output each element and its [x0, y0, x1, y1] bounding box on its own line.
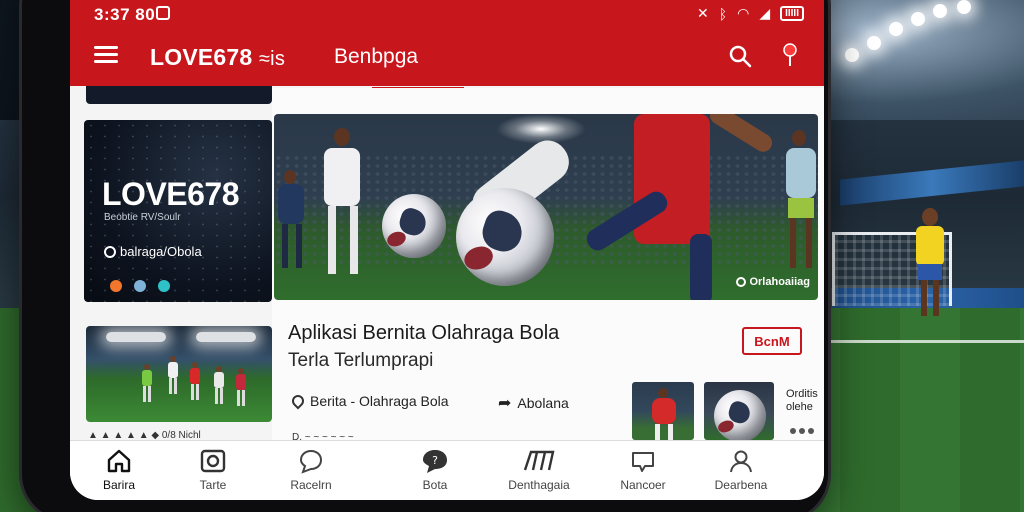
related-thumbnail-ball[interactable]: [704, 382, 774, 440]
article-badge-button[interactable]: BcnM: [742, 327, 802, 355]
previous-card-strip[interactable]: [86, 86, 272, 104]
promo-brand: LOVE678: [102, 176, 240, 212]
nav-label: Nancoer: [620, 478, 666, 492]
hero-caption: Orlahoaiiag: [736, 276, 810, 288]
nav-item-stats[interactable]: Denthagaia: [494, 447, 584, 499]
comment-icon: [632, 452, 654, 472]
share-label: Abolana: [517, 395, 569, 411]
app-title: LOVE678 ≈is: [150, 44, 285, 71]
nav-item-camera[interactable]: Tarte: [168, 447, 258, 499]
promo-subtitle-text: balraga/Obola: [120, 244, 202, 259]
nav-item-home[interactable]: Barira: [74, 447, 164, 499]
camera-icon: [200, 449, 226, 473]
carousel-dot-3[interactable]: [158, 280, 170, 292]
phone-screen: 3:37 80 ✕ ᛒ ◠ ◢ IIIII LOVE678 ≈is Benbpg…: [70, 0, 824, 500]
ball-outline-icon: [736, 277, 747, 287]
promo-subtitle: balraga/Obola: [104, 244, 202, 259]
search-icon[interactable]: [728, 44, 752, 68]
notification-icon: [156, 6, 170, 20]
signal-icon: ◢: [759, 5, 771, 21]
svg-text:?: ?: [432, 454, 438, 467]
related-snippet-text: Orditis olehe: [786, 388, 818, 413]
message-icon: ?: [423, 450, 447, 473]
hamburger-menu-icon[interactable]: [94, 46, 118, 64]
nav-label: Racelrn: [290, 478, 332, 492]
article-subtitle: Terla Terlumprapi: [288, 350, 434, 371]
hero-player-white: [310, 128, 370, 288]
hero-player-light-blue: [780, 130, 818, 280]
nav-item-messages[interactable]: ? Bota: [390, 447, 480, 499]
article-category[interactable]: Berita - Olahraga Bola: [289, 392, 449, 410]
nav-label: Tarte: [199, 478, 227, 492]
bottom-navigation: Barira Tarte Racelrn ? Bota Denthagaia N…: [70, 440, 824, 500]
nav-item-comments[interactable]: Nancoer: [598, 447, 688, 499]
mute-icon: ✕: [696, 5, 709, 21]
wifi-icon: ◠: [737, 5, 750, 21]
soccer-ball-large: [456, 188, 554, 286]
notification-bell-icon[interactable]: [782, 42, 798, 68]
status-bar: 3:37 80 ✕ ᛒ ◠ ◢ IIIII: [70, 0, 824, 28]
background-player: [912, 208, 948, 318]
app-title-suffix: ≈is: [259, 48, 286, 70]
hero-image[interactable]: Orlahoaiiag: [274, 114, 818, 300]
article-category-text: Berita - Olahraga Bola: [310, 393, 449, 409]
related-snippet-avatars: [790, 428, 814, 434]
share-button[interactable]: ➦ Abolana: [498, 393, 569, 413]
nav-item-profile[interactable]: Dearbena: [696, 447, 786, 499]
hero-caption-text: Orlahoaiiag: [749, 276, 810, 288]
share-arrow-icon: ➦: [498, 395, 512, 412]
profile-icon: [730, 450, 752, 473]
app-title-brand: LOVE678: [150, 44, 253, 70]
promo-tagline: Beobtie RV/Soulr: [104, 212, 181, 223]
nav-label: Dearbena: [714, 478, 768, 492]
phone-frame: 3:37 80 ✕ ᛒ ◠ ◢ IIIII LOVE678 ≈is Benbpg…: [22, 0, 828, 512]
floodlights: [845, 0, 995, 70]
status-icons: ✕ ᛒ ◠ ◢ IIIII: [697, 5, 804, 22]
hero-player-red: [583, 114, 776, 300]
nav-label: Barira: [102, 478, 135, 492]
chat-bubble-icon: [299, 449, 323, 474]
pitch-line: [830, 340, 1024, 343]
soccer-ball-small: [382, 194, 446, 258]
battery-icon: IIIII: [780, 6, 804, 21]
status-time: 3:37 80: [94, 5, 156, 24]
carousel-dot-1[interactable]: [110, 280, 122, 292]
article-title[interactable]: Aplikasi Bernita Olahraga Bola: [288, 322, 559, 345]
app-bar: 3:37 80 ✕ ᛒ ◠ ◢ IIIII LOVE678 ≈is Benbpg…: [70, 0, 824, 86]
stats-icon: [523, 450, 555, 471]
carousel-dot-2[interactable]: [134, 280, 146, 292]
ball-outline-icon: [104, 245, 116, 258]
nav-label: Bota: [422, 478, 448, 492]
hero-player-navy: [274, 170, 308, 280]
match-thumbnail-card[interactable]: [86, 326, 272, 422]
location-pin-icon: [289, 392, 307, 410]
carousel-dots[interactable]: [110, 280, 170, 292]
tab-active[interactable]: Benbpga: [334, 45, 418, 69]
nav-label: Denthagaia: [508, 478, 570, 492]
home-icon: [107, 449, 131, 473]
bluetooth-icon: ᛒ: [718, 5, 728, 22]
hero-light-flare: [496, 114, 586, 144]
brand-promo-card[interactable]: LOVE678 Beobtie RV/Soulr balraga/Obola: [84, 120, 272, 302]
nav-item-chat[interactable]: Racelrn: [266, 447, 356, 499]
related-thumbnail-player[interactable]: [632, 382, 694, 440]
